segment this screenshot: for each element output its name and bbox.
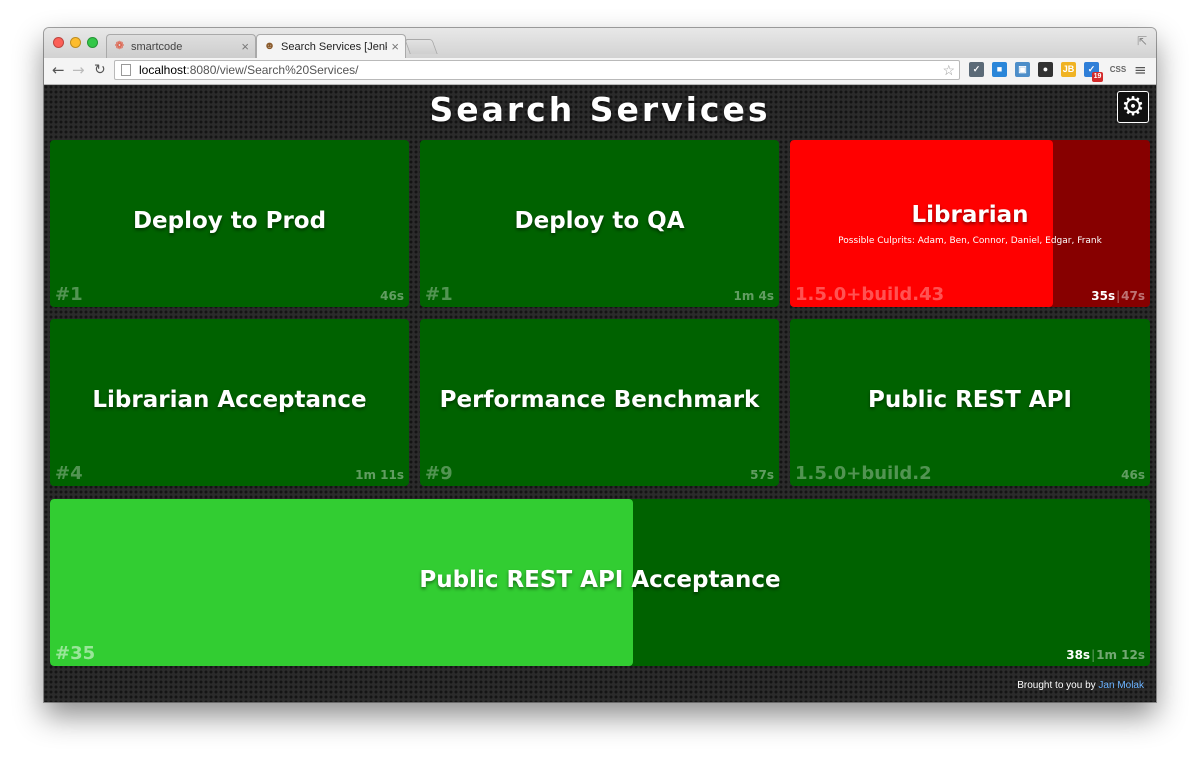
tab-label: Search Services [Jenkins]: [281, 40, 387, 53]
job-tile-performance-benchmark[interactable]: Performance Benchmark #9 57s: [420, 319, 779, 486]
build-number: #9: [425, 463, 453, 484]
bookmark-star-icon[interactable]: ☆: [942, 61, 955, 79]
page-icon: [121, 64, 131, 76]
job-tile-deploy-to-prod[interactable]: Deploy to Prod #1 46s: [50, 140, 409, 307]
jetbrains-icon[interactable]: JB: [1061, 62, 1076, 77]
estimated-time: 1m 12s: [1096, 648, 1145, 662]
build-number: #1: [55, 284, 83, 305]
tab-smartcode[interactable]: ❁ smartcode ×: [106, 34, 256, 58]
job-tile-librarian-acceptance[interactable]: Librarian Acceptance #4 1m 11s: [50, 319, 409, 486]
footer-credit: Brought to you by Jan Molak: [1017, 680, 1144, 691]
url-path: :8080/view/Search%20Services/: [186, 63, 359, 77]
reload-button[interactable]: ↻: [94, 60, 106, 80]
tab-search-services[interactable]: ☻ Search Services [Jenkins] ×: [256, 34, 406, 58]
build-duration: 46s: [380, 289, 404, 303]
settings-gear-icon[interactable]: ⚙: [1117, 91, 1149, 123]
new-tab-button[interactable]: [404, 39, 438, 54]
page-title: Search Services: [429, 90, 771, 129]
fullscreen-icon[interactable]: ⇱: [1137, 34, 1147, 48]
build-number: 1.5.0+build.2: [795, 463, 932, 484]
estimated-time: 47s: [1121, 289, 1145, 303]
author-link[interactable]: Jan Molak: [1098, 680, 1144, 691]
build-duration: 35s|47s: [1091, 289, 1145, 303]
build-duration: 57s: [750, 468, 774, 482]
job-name: Deploy to QA: [514, 208, 685, 234]
dashboard: Search Services ⚙ Deploy to Prod #1 46s …: [44, 85, 1156, 702]
job-tile-public-rest-api[interactable]: Public REST API 1.5.0+build.2 46s: [790, 319, 1150, 486]
pocket-icon[interactable]: ✓: [969, 62, 984, 77]
job-name: Public REST API Acceptance: [419, 567, 781, 593]
job-name: Deploy to Prod: [132, 208, 327, 234]
address-bar[interactable]: localhost:8080/view/Search%20Services/ ☆: [114, 60, 960, 80]
job-tile-public-rest-api-acceptance[interactable]: Public REST API Acceptance #35 38s|1m 12…: [50, 499, 1150, 666]
close-tab-icon[interactable]: ×: [391, 39, 399, 54]
job-name: Performance Benchmark: [439, 387, 760, 413]
job-name: Public REST API: [867, 387, 1072, 413]
screen-capture-icon[interactable]: ▣: [1015, 62, 1030, 77]
elapsed-time: 38s: [1066, 648, 1091, 662]
close-window-button[interactable]: [53, 37, 64, 48]
duration-separator: |: [1116, 289, 1121, 303]
back-button[interactable]: ←: [52, 60, 65, 80]
build-number: #1: [425, 284, 453, 305]
extension-badge: 19: [1092, 72, 1103, 82]
job-name: Librarian: [911, 202, 1029, 228]
browser-window: ❁ smartcode × ☻ Search Services [Jenkins…: [44, 28, 1156, 702]
window-controls: [53, 37, 98, 48]
duration-separator: |: [1091, 648, 1096, 662]
footer-text: Brought to you by: [1017, 680, 1096, 691]
build-number: #4: [55, 463, 83, 484]
css-icon[interactable]: CSS: [1108, 62, 1128, 77]
menu-icon[interactable]: ≡: [1134, 60, 1147, 80]
possible-culprits: Possible Culprits: Adam, Ben, Connor, Da…: [838, 236, 1102, 246]
minimize-window-button[interactable]: [70, 37, 81, 48]
zoom-window-button[interactable]: [87, 37, 98, 48]
tab-label: smartcode: [131, 40, 183, 53]
extension-blue-icon[interactable]: ■: [992, 62, 1007, 77]
job-tile-deploy-to-qa[interactable]: Deploy to QA #1 1m 4s: [420, 140, 779, 307]
build-number: 1.5.0+build.43: [795, 284, 945, 305]
browser-toolbar: ← → ↻ localhost:8080/view/Search%20Servi…: [44, 58, 1156, 85]
job-tile-librarian[interactable]: Librarian Possible Culprits: Adam, Ben, …: [790, 140, 1150, 307]
build-duration: 38s|1m 12s: [1066, 648, 1145, 662]
build-duration: 1m 4s: [733, 289, 774, 303]
url-host: localhost: [139, 63, 187, 77]
build-duration: 46s: [1121, 468, 1145, 482]
tab-strip: ❁ smartcode × ☻ Search Services [Jenkins…: [44, 28, 1156, 58]
elapsed-time: 35s: [1091, 289, 1116, 303]
forward-button[interactable]: →: [72, 60, 85, 80]
close-tab-icon[interactable]: ×: [241, 39, 249, 54]
build-number: #35: [55, 643, 96, 664]
build-duration: 1m 11s: [355, 468, 404, 482]
job-name: Librarian Acceptance: [92, 387, 367, 413]
jenkins-butler-icon: ☻: [263, 40, 276, 52]
incognito-icon[interactable]: ●: [1038, 62, 1053, 77]
smartcode-swirl-icon: ❁: [114, 40, 125, 52]
